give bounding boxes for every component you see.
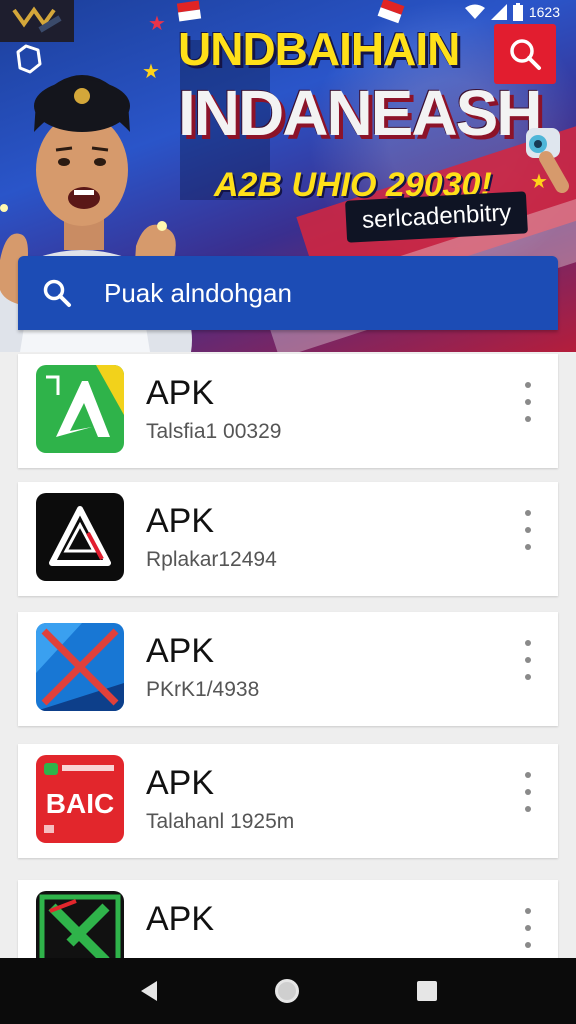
status-bar: 1623: [464, 3, 560, 21]
app-subtitle: Talsfia1 00329: [146, 420, 282, 443]
more-options-icon[interactable]: [516, 908, 540, 948]
banner-headline-line2: INDANEASH: [178, 77, 542, 149]
blue-x-app-icon: [36, 623, 124, 711]
system-navigation-bar: [0, 958, 576, 1024]
more-options-icon[interactable]: [516, 772, 540, 812]
flag-decoration: [177, 1, 201, 22]
wifi-icon: [464, 4, 485, 19]
list-item[interactable]: APK Talsfia1 00329: [18, 354, 558, 468]
app-name: APK: [146, 900, 215, 938]
app-name: APK: [146, 632, 215, 670]
top-search-button[interactable]: [494, 24, 556, 84]
share-icon[interactable]: [12, 42, 44, 81]
banner-headline-line1: UNDBAIHAIN: [178, 23, 460, 75]
black-a-app-icon: [36, 493, 124, 581]
recents-icon: [417, 981, 437, 1001]
battery-icon: [512, 3, 523, 21]
app-name: APK: [146, 374, 215, 412]
search-input[interactable]: Puak alndohgan: [104, 278, 292, 309]
app-name: APK: [146, 764, 215, 802]
emblem-icon: [12, 6, 62, 33]
back-icon: [141, 981, 157, 1001]
app-logo: [0, 0, 74, 42]
status-time: 1623: [528, 4, 560, 20]
search-icon: [510, 39, 541, 70]
list-item[interactable]: BAIC APK Talahanl 1925m: [18, 744, 558, 858]
back-button[interactable]: [134, 976, 164, 1006]
flag-decoration: [378, 0, 405, 23]
svg-text:BAIC: BAIC: [46, 788, 114, 819]
app-subtitle: Rplakar12494: [146, 548, 277, 571]
list-item[interactable]: APK Rplakar12494: [18, 482, 558, 596]
more-options-icon[interactable]: [516, 640, 540, 680]
home-icon: [275, 979, 299, 1003]
green-a-app-icon: [36, 365, 124, 453]
more-options-icon[interactable]: [516, 510, 540, 550]
signal-icon: [490, 4, 507, 20]
search-bar[interactable]: Puak alndohgan: [18, 256, 558, 330]
search-icon: [43, 279, 71, 307]
app-name: APK: [146, 502, 215, 540]
recents-button[interactable]: [412, 976, 442, 1006]
red-bac-app-icon: BAIC: [36, 755, 124, 843]
app-subtitle: PKrK1/4938: [146, 678, 260, 701]
home-button[interactable]: [272, 976, 302, 1006]
star-icon: ★: [148, 13, 166, 35]
list-item[interactable]: APK PKrK1/4938: [18, 612, 558, 726]
camera-device-illustration: [526, 128, 569, 193]
more-options-icon[interactable]: [516, 382, 540, 422]
app-subtitle: Talahanl 1925m: [146, 810, 295, 833]
